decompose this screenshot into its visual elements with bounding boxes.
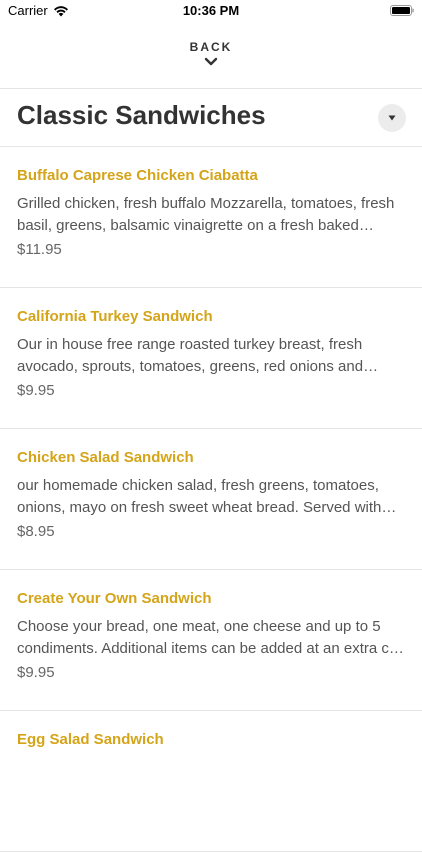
collapse-button[interactable] (378, 104, 406, 132)
item-name: California Turkey Sandwich (17, 308, 213, 325)
status-bar: Carrier 10:36 PM (0, 0, 422, 24)
item-description: our homemade chicken salad, fresh greens… (17, 477, 382, 516)
header-divider (0, 88, 422, 89)
item-price: $9.95 (17, 382, 55, 399)
status-time: 10:36 PM (182, 3, 240, 18)
item-price: $9.95 (17, 664, 55, 681)
back-label: BACK (189, 40, 233, 54)
caret-down-icon (388, 115, 396, 121)
menu-item[interactable]: Egg Salad Sandwich (0, 711, 422, 852)
item-description: Grilled chicken, fresh buffalo Mozzarell… (17, 195, 395, 234)
menu-item[interactable]: Buffalo Caprese Chicken Ciabatta Grilled… (0, 147, 422, 288)
item-name: Create Your Own Sandwich (17, 590, 212, 607)
item-name: Egg Salad Sandwich (17, 731, 164, 748)
item-description: Choose your bread, one meat, one cheese … (17, 618, 404, 657)
item-price: $11.95 (17, 241, 62, 258)
item-name: Buffalo Caprese Chicken Ciabatta (17, 167, 258, 184)
section-header: Classic Sandwiches (0, 90, 422, 146)
battery-icon (390, 5, 414, 16)
item-name: Chicken Salad Sandwich (17, 449, 194, 466)
menu-item[interactable]: California Turkey Sandwich Our in house … (0, 288, 422, 429)
item-description: Our in house free range roasted turkey b… (17, 336, 364, 375)
menu-item[interactable]: Create Your Own Sandwich Choose your bre… (0, 570, 422, 711)
item-price: $8.95 (17, 523, 55, 540)
chevron-down-icon (204, 57, 218, 66)
back-button[interactable]: BACK (0, 38, 422, 86)
menu-item[interactable]: Chicken Salad Sandwich our homemade chic… (0, 429, 422, 570)
section-title: Classic Sandwiches (17, 100, 266, 130)
menu-list: Buffalo Caprese Chicken Ciabatta Grilled… (0, 147, 422, 852)
